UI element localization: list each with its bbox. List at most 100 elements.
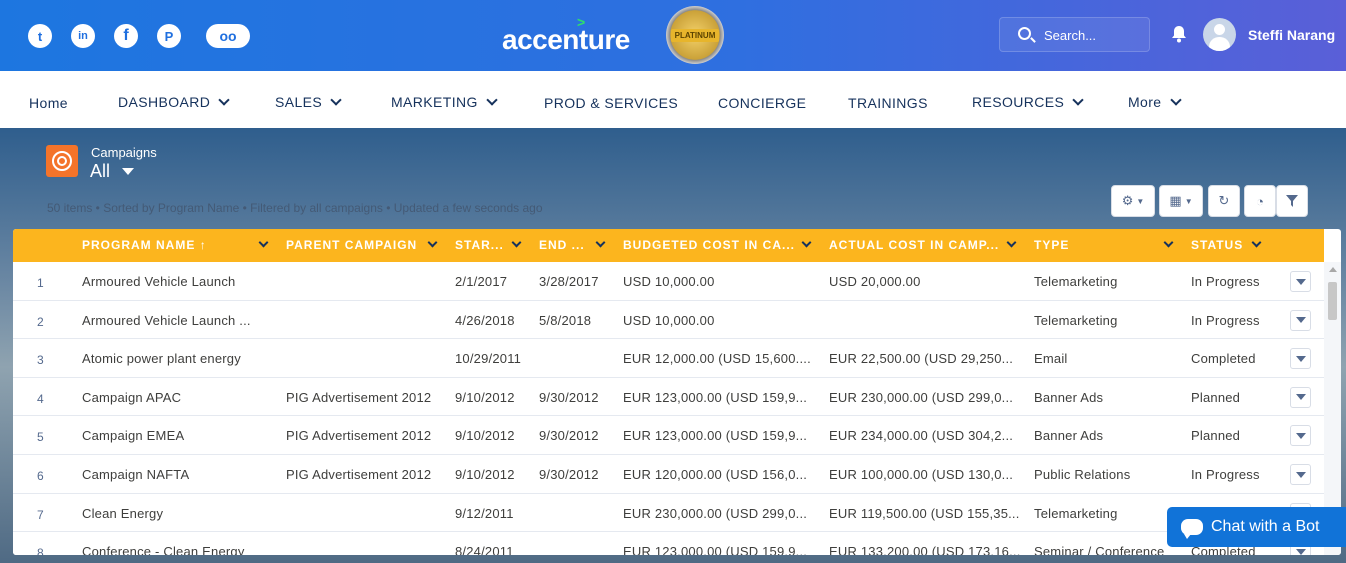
row-number: 2: [37, 314, 44, 329]
campaigns-table: PROGRAM NAME ↑ PARENT CAMPAIGN STAR... E…: [13, 229, 1341, 555]
table-row[interactable]: 7 Clean Energy 9/12/2011 EUR 230,000.00 (US…: [13, 493, 1324, 533]
cell-name[interactable]: Conference - Clean Energy: [82, 544, 272, 555]
column-header-parent-campaign[interactable]: PARENT CAMPAIGN: [286, 238, 426, 252]
column-header-start-date[interactable]: STAR...: [455, 238, 515, 252]
row-actions-button[interactable]: [1290, 348, 1311, 370]
pinterest-icon[interactable]: P: [157, 24, 181, 48]
cell-name[interactable]: Clean Energy: [82, 506, 272, 521]
list-settings-button[interactable]: ⚙ ▼: [1111, 185, 1155, 217]
linkedin-icon[interactable]: in: [71, 24, 95, 48]
caret-down-icon: [1295, 394, 1306, 401]
nav-dashboard-label: DASHBOARD: [118, 94, 211, 110]
table-row[interactable]: 1 Armoured Vehicle Launch 2/1/2017 3/28/201…: [13, 262, 1324, 301]
table-row[interactable]: 8 Conference - Clean Energy 8/24/2011 EUR 1…: [13, 532, 1324, 555]
row-number: 7: [37, 507, 44, 522]
nav-more[interactable]: More: [1128, 93, 1182, 110]
cell-budget: EUR 12,000.00 (USD 15,600....: [623, 351, 811, 367]
twitter-icon[interactable]: t: [28, 24, 52, 48]
list-view-switcher[interactable]: All: [90, 161, 135, 182]
cell-actual: EUR 22,500.00 (USD 29,250...: [829, 351, 1014, 367]
cell-budget: EUR 123,000.00 (USD 159,9...: [623, 544, 808, 555]
table-row[interactable]: 6 Campaign NAFTA PIG Advertisement 2012 9/1…: [13, 455, 1324, 494]
chevron-down-icon[interactable]: [1163, 237, 1174, 248]
nav-sales[interactable]: SALES: [275, 93, 342, 110]
chevron-down-icon[interactable]: [427, 237, 438, 248]
row-number: 3: [37, 353, 44, 368]
cell-actual: EUR 234,000.00 (USD 304,2...: [829, 428, 1014, 444]
column-header-budgeted-cost[interactable]: BUDGETED COST IN CA...: [623, 238, 798, 252]
cell-status: In Progress: [1191, 312, 1260, 328]
cell-type: Telemarketing: [1034, 312, 1118, 328]
column-header-program-name[interactable]: PROGRAM NAME ↑: [82, 238, 212, 252]
table-row[interactable]: 4 Campaign APAC PIG Advertisement 2012 9/10…: [13, 377, 1324, 417]
scroll-thumb[interactable]: [1328, 282, 1337, 320]
chevron-down-icon: [218, 93, 230, 106]
badge-label: PLATINUM: [670, 28, 720, 42]
column-header-type[interactable]: TYPE: [1034, 238, 1154, 252]
caret-down-icon: [1295, 432, 1306, 439]
nav-concierge[interactable]: CONCIERGE: [718, 95, 806, 111]
nav-resources[interactable]: RESOURCES: [972, 93, 1084, 110]
column-header-actual-cost[interactable]: ACTUAL COST IN CAMP...: [829, 238, 1004, 252]
cell-name[interactable]: Campaign EMEA: [82, 428, 272, 443]
row-actions-button[interactable]: [1290, 271, 1311, 292]
table-row[interactable]: 5 Campaign EMEA PIG Advertisement 2012 9/10…: [13, 416, 1324, 455]
search-input[interactable]: [1044, 26, 1144, 44]
row-number: 8: [37, 546, 44, 555]
nav-marketing[interactable]: MARKETING: [391, 93, 498, 110]
notification-bell-icon[interactable]: [1170, 25, 1188, 43]
facebook-icon[interactable]: f: [114, 24, 138, 48]
user-avatar[interactable]: [1203, 18, 1236, 51]
filter-button[interactable]: [1276, 185, 1308, 217]
cell-name[interactable]: Armoured Vehicle Launch: [82, 274, 272, 289]
row-actions-button[interactable]: [1290, 464, 1311, 485]
table-row[interactable]: 2 Armoured Vehicle Launch ... 4/26/2018 5/8…: [13, 300, 1324, 340]
column-header-end-date[interactable]: END ...: [539, 238, 599, 252]
cell-type: Banner Ads: [1034, 428, 1104, 444]
global-search[interactable]: [999, 17, 1150, 52]
nav-home[interactable]: Home: [29, 95, 68, 111]
row-actions-button[interactable]: [1290, 386, 1311, 408]
user-name[interactable]: Steffi Narang: [1248, 27, 1335, 43]
chevron-down-icon[interactable]: [801, 237, 812, 248]
cell-name[interactable]: Campaign APAC: [82, 390, 272, 405]
cell-name[interactable]: Atomic power plant energy: [82, 351, 272, 366]
column-header-status[interactable]: STATUS: [1191, 238, 1261, 252]
chevron-down-icon[interactable]: [258, 237, 269, 248]
nav-trainings[interactable]: TRAININGS: [848, 95, 928, 111]
list-view-name: All: [90, 161, 111, 181]
cell-parent[interactable]: PIG Advertisement 2012: [286, 428, 446, 443]
table-row[interactable]: 3 Atomic power plant energy 10/29/2011 EUR …: [13, 339, 1324, 378]
cell-name[interactable]: Campaign NAFTA: [82, 467, 272, 482]
nav-home-label: Home: [29, 95, 68, 111]
cell-end: 9/30/2012: [539, 389, 599, 405]
row-actions-button[interactable]: [1290, 425, 1311, 447]
list-info-text: 50 items • Sorted by Program Name • Filt…: [47, 201, 543, 215]
table-icon: ▦: [1169, 193, 1182, 208]
display-as-button[interactable]: ▦ ▼: [1159, 185, 1203, 217]
flickr-icon[interactable]: oo: [206, 24, 250, 48]
scroll-up-arrow-icon[interactable]: [1329, 267, 1337, 272]
accenture-logo[interactable]: accenture: [502, 24, 630, 56]
row-actions-button[interactable]: [1290, 309, 1311, 331]
nav-sales-label: SALES: [275, 94, 323, 110]
row-number: 5: [37, 430, 44, 445]
cell-parent[interactable]: PIG Advertisement 2012: [286, 467, 446, 482]
cell-parent[interactable]: PIG Advertisement 2012: [286, 390, 446, 405]
chevron-down-icon[interactable]: [1006, 237, 1017, 248]
sort-ascending-icon: ↑: [199, 238, 207, 252]
cell-end: 9/30/2012: [539, 467, 599, 482]
caret-down-icon: [1295, 278, 1306, 285]
chat-with-bot-button[interactable]: Chat with a Bot: [1167, 507, 1346, 547]
nav-prod-services[interactable]: PROD & SERVICES: [544, 95, 678, 111]
top-header: t in f P oo > accenture PLATINUM Steffi …: [0, 0, 1346, 71]
nav-dashboard[interactable]: DASHBOARD: [118, 93, 230, 110]
cell-budget: EUR 123,000.00 (USD 159,9...: [623, 389, 808, 405]
cell-name[interactable]: Armoured Vehicle Launch ...: [82, 313, 272, 328]
charts-button[interactable]: ◔: [1244, 185, 1276, 217]
caret-down-icon: [1295, 548, 1306, 555]
caret-down-icon: [1295, 471, 1306, 478]
caret-down-icon: [1295, 355, 1306, 362]
pie-chart-icon: ◔: [1256, 193, 1264, 209]
refresh-button[interactable]: ↻: [1208, 185, 1240, 217]
